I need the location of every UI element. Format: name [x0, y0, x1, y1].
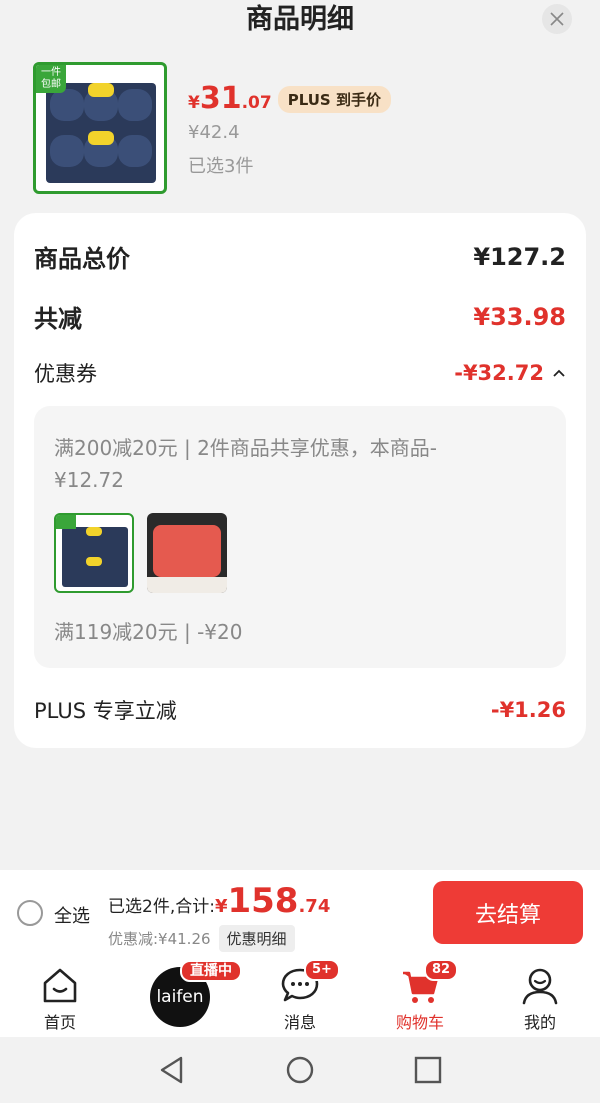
- total-reduce-value: ¥33.98: [473, 302, 566, 331]
- tab-home-label: 首页: [43, 1013, 76, 1032]
- tab-messages-label: 消息: [283, 1013, 316, 1032]
- total-reduce-label: 共减: [34, 305, 82, 333]
- close-button[interactable]: [542, 4, 572, 34]
- select-all-label[interactable]: 全选: [54, 902, 90, 928]
- cart-icon: 82: [400, 959, 459, 1005]
- plus-discount-row: PLUS 专享立减 -¥1.26: [34, 695, 566, 725]
- checkout-bar: 全选 已选2件,合计: ¥ 158 .74 优惠减:¥41.26 优惠明细 去结…: [0, 870, 600, 955]
- coupon-label: 优惠券: [34, 362, 97, 386]
- system-nav-bar: [0, 1037, 600, 1103]
- total-price-label: 商品总价: [34, 245, 130, 273]
- total-currency: ¥: [214, 896, 228, 917]
- tab-mine[interactable]: 我的: [480, 955, 600, 1037]
- total-reduce-row: 共减 ¥33.98: [34, 299, 566, 334]
- blueberry-box-image: [46, 83, 156, 183]
- sheet-title: 商品明细: [246, 4, 354, 35]
- tab-home[interactable]: 首页: [0, 955, 120, 1037]
- plus-price-tag: PLUS 到手价: [277, 85, 391, 113]
- total-line: 已选2件,合计: ¥ 158 .74: [108, 884, 330, 918]
- coupon-description-1: 满200减20元 | 2件商品共享优惠，本商品-¥12.72: [54, 436, 438, 492]
- price-breakdown-card: 商品总价 ¥127.2 共减 ¥33.98 优惠券 -¥32.72 满200减2…: [14, 213, 586, 748]
- coupon-value-wrap: -¥32.72: [454, 361, 566, 385]
- close-icon: [550, 12, 564, 26]
- recents-icon[interactable]: [413, 1055, 443, 1085]
- detail-sheet: 商品明细 一件包邮 ¥ 31 .07 PLUS 到手价 ¥42.4 已选3件: [0, 0, 600, 870]
- coupon-detail-box: 满200减20元 | 2件商品共享优惠，本商品-¥12.72 满119减20元 …: [34, 406, 566, 668]
- tab-cart[interactable]: 82 购物车: [360, 955, 480, 1037]
- total-price-row: 商品总价 ¥127.2: [34, 239, 566, 274]
- discount-amount: 优惠减:¥41.26: [108, 930, 211, 948]
- tab-messages[interactable]: 5+ 消息: [240, 955, 360, 1037]
- checkout-button[interactable]: 去结算: [433, 881, 583, 944]
- message-icon: 5+: [280, 959, 340, 1005]
- price-integer: 31: [199, 81, 242, 116]
- discount-line: 优惠减:¥41.26 优惠明细: [108, 925, 295, 952]
- coupon-row[interactable]: 优惠券 -¥32.72: [34, 358, 566, 388]
- select-all-radio[interactable]: [17, 900, 43, 926]
- messages-badge: 5+: [304, 959, 340, 981]
- free-shipping-badge: 一件 包邮: [36, 65, 66, 93]
- price-decimal: .07: [241, 93, 272, 113]
- total-price-value: ¥127.2: [473, 242, 566, 271]
- currency-symbol: ¥: [188, 93, 200, 113]
- coupon-description-2: 满119减20元 | -¥20: [54, 620, 243, 644]
- home-icon: [40, 965, 80, 1005]
- total-prefix: 已选2件,合计:: [108, 897, 215, 917]
- home-nav-icon[interactable]: [285, 1055, 315, 1085]
- tab-mine-label: 我的: [523, 1013, 556, 1032]
- back-icon[interactable]: [157, 1055, 187, 1085]
- chevron-up-icon: [553, 369, 565, 377]
- cart-badge: 82: [424, 959, 459, 981]
- selected-count: 已选3件: [188, 156, 254, 177]
- coupon-product-thumb-meat: [147, 513, 227, 593]
- live-badge: 直播中: [180, 960, 242, 982]
- plus-discount-value: -¥1.26: [490, 698, 566, 722]
- price-row: ¥ 31 .07 PLUS 到手价: [188, 84, 391, 114]
- discount-detail-button[interactable]: 优惠明细: [218, 925, 295, 952]
- total-decimal: .74: [298, 896, 331, 917]
- coupon-product-thumb-blueberry: [54, 513, 134, 593]
- product-thumbnail[interactable]: 一件 包邮: [33, 62, 167, 194]
- total-integer: 158: [227, 881, 299, 921]
- coupon-value: -¥32.72: [454, 361, 544, 385]
- original-price: ¥42.4: [188, 122, 240, 143]
- tab-cart-label: 购物车: [395, 1013, 444, 1032]
- plus-discount-label: PLUS 专享立减: [34, 699, 177, 723]
- product-summary: 一件 包邮 ¥ 31 .07 PLUS 到手价 ¥42.4 已选3件: [33, 62, 573, 194]
- profile-icon: [520, 965, 560, 1005]
- bottom-tab-bar: 首页 laifen 直播中 5+ 消息 82 购物车 我的: [0, 955, 600, 1037]
